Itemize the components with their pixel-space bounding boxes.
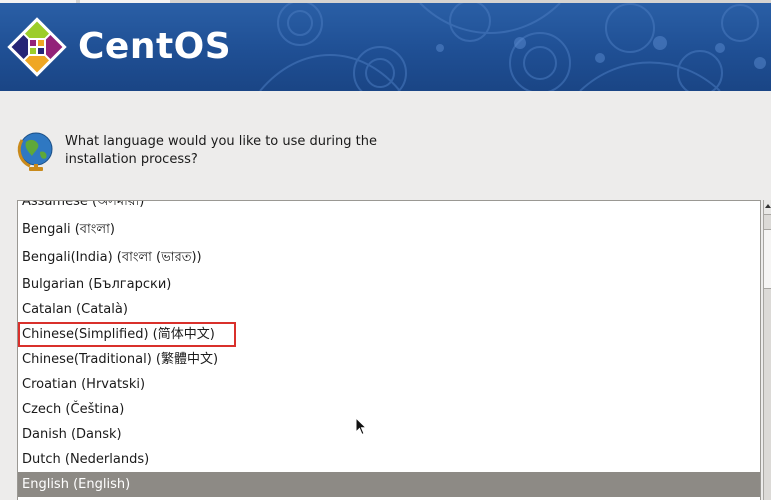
- scroll-thumb[interactable]: [764, 229, 771, 289]
- language-list[interactable]: Assamese (অসমীয়া) Bengali (বাংলা) Benga…: [17, 200, 761, 500]
- language-item-czech[interactable]: Czech (Čeština): [18, 397, 760, 422]
- centos-logo-icon: [7, 17, 67, 77]
- language-item-catalan[interactable]: Catalan (Català): [18, 297, 760, 322]
- language-question: What language would you like to use duri…: [65, 134, 377, 167]
- language-item-danish[interactable]: Danish (Dansk): [18, 422, 760, 447]
- language-item-bengali-india[interactable]: Bengali(India) (বাংলা (ভারত)): [18, 245, 760, 270]
- language-item-croatian[interactable]: Croatian (Hrvatski): [18, 372, 760, 397]
- language-item-chinese-traditional[interactable]: Chinese(Traditional) (繁體中文): [18, 347, 760, 372]
- language-item-bengali[interactable]: Bengali (বাংলা): [18, 217, 760, 242]
- globe-icon: [17, 132, 53, 171]
- header-banner: CentOS: [0, 3, 771, 91]
- language-item-dutch[interactable]: Dutch (Nederlands): [18, 447, 760, 472]
- language-item-assamese[interactable]: Assamese (অসমীয়া): [18, 201, 760, 214]
- language-item-chinese-simplified[interactable]: Chinese(Simplified) (简体中文): [18, 322, 236, 347]
- scroll-up-arrow-icon: [765, 204, 771, 208]
- brand-name: CentOS: [78, 26, 232, 67]
- language-item-english[interactable]: English (English): [18, 472, 760, 497]
- language-item-bulgarian[interactable]: Bulgarian (Български): [18, 272, 760, 297]
- mouse-pointer-icon: [355, 417, 367, 436]
- scroll-up-button[interactable]: [764, 200, 771, 215]
- list-scrollbar[interactable]: [763, 200, 771, 500]
